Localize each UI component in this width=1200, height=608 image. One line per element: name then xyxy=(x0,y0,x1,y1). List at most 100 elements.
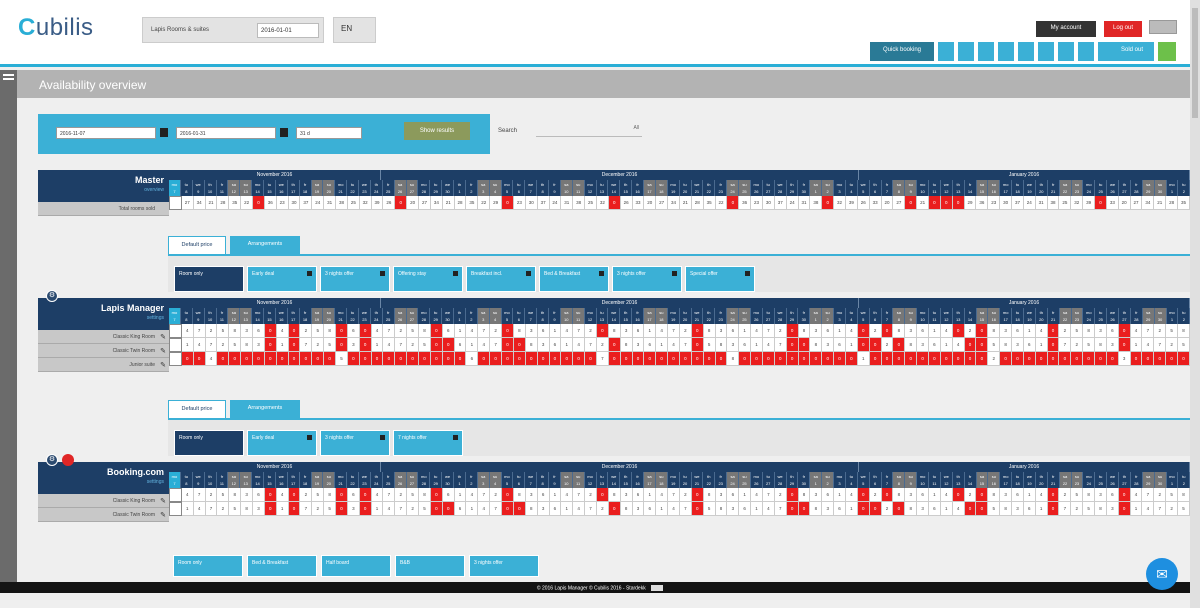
availability-cell[interactable]: 28 xyxy=(1166,196,1179,210)
availability-cell[interactable]: 1 xyxy=(276,502,289,516)
availability-cell[interactable]: 1 xyxy=(1023,488,1036,502)
availability-cell[interactable]: 20 xyxy=(1118,196,1131,210)
availability-cell[interactable]: 0 xyxy=(679,352,692,366)
availability-cell[interactable]: 2 xyxy=(1166,502,1179,516)
availability-cell[interactable]: 20 xyxy=(407,196,420,210)
availability-cell[interactable]: 28 xyxy=(454,196,467,210)
availability-cell[interactable]: 1 xyxy=(561,338,574,352)
availability-cell[interactable]: 4 xyxy=(762,502,775,516)
availability-cell[interactable]: 2 xyxy=(881,338,894,352)
end-date-input[interactable]: 2016-01-31 xyxy=(176,127,276,139)
availability-cell[interactable]: 8 xyxy=(893,488,906,502)
availability-cell[interactable]: 0 xyxy=(869,338,882,352)
rate-plan-button[interactable]: 7 nights offer xyxy=(393,430,463,456)
availability-cell[interactable]: 1 xyxy=(929,488,941,502)
availability-cell[interactable]: 4 xyxy=(751,488,763,502)
availability-cell[interactable]: 7 xyxy=(573,488,586,502)
availability-cell[interactable]: 0 xyxy=(359,488,372,502)
availability-cell[interactable]: 1 xyxy=(549,488,562,502)
availability-cell[interactable]: 6 xyxy=(253,324,265,338)
availability-cell[interactable]: 3 xyxy=(1012,502,1024,516)
availability-cell[interactable]: 0 xyxy=(359,352,372,366)
availability-cell[interactable]: 0 xyxy=(537,352,550,366)
availability-cell[interactable]: 0 xyxy=(1083,352,1096,366)
availability-cell[interactable]: 4 xyxy=(466,324,479,338)
availability-cell[interactable]: 0 xyxy=(1012,352,1024,366)
availability-cell[interactable]: 2 xyxy=(1059,324,1072,338)
availability-cell[interactable]: 37 xyxy=(1012,196,1024,210)
availability-cell[interactable]: 0 xyxy=(596,488,609,502)
availability-cell[interactable]: 0 xyxy=(703,352,716,366)
availability-cell[interactable]: 3 xyxy=(905,324,918,338)
availability-cell[interactable]: 6 xyxy=(1106,488,1119,502)
availability-cell[interactable]: 8 xyxy=(419,488,431,502)
availability-cell[interactable]: 3 xyxy=(632,502,645,516)
availability-cell[interactable]: 0 xyxy=(264,502,277,516)
availability-cell[interactable]: 0 xyxy=(786,324,799,338)
rate-plan-button[interactable]: Breakfast incl. xyxy=(466,266,536,292)
availability-cell[interactable]: 4 xyxy=(952,338,965,352)
availability-cell[interactable]: 3 xyxy=(905,488,918,502)
availability-cell[interactable]: 36 xyxy=(739,196,752,210)
availability-cell[interactable]: 0 xyxy=(419,352,431,366)
availability-cell[interactable]: 0 xyxy=(1154,352,1167,366)
availability-cell[interactable]: 6 xyxy=(834,338,846,352)
toolbar-button[interactable] xyxy=(978,42,994,61)
availability-cell[interactable]: 4 xyxy=(573,338,586,352)
availability-cell[interactable]: 27 xyxy=(893,196,906,210)
availability-cell[interactable]: 1 xyxy=(1035,338,1048,352)
availability-cell[interactable]: 7 xyxy=(1154,502,1167,516)
availability-cell[interactable]: 8 xyxy=(810,502,823,516)
availability-cell[interactable]: 5 xyxy=(988,338,1001,352)
availability-cell[interactable]: 5 xyxy=(419,338,431,352)
availability-cell[interactable]: 7 xyxy=(300,502,313,516)
availability-cell[interactable]: 7 xyxy=(383,324,396,338)
availability-cell[interactable]: 38 xyxy=(1047,196,1060,210)
availability-cell[interactable]: 4 xyxy=(371,488,384,502)
availability-cell[interactable]: 0 xyxy=(454,352,467,366)
checkbox-icon[interactable] xyxy=(380,435,385,440)
availability-cell[interactable]: 37 xyxy=(537,196,550,210)
availability-cell[interactable]: 25 xyxy=(347,196,360,210)
availability-cell[interactable]: 38 xyxy=(573,196,586,210)
availability-cell[interactable]: 0 xyxy=(241,352,254,366)
availability-cell[interactable]: 7 xyxy=(1059,502,1072,516)
availability-cell[interactable]: 7 xyxy=(1142,488,1155,502)
availability-cell[interactable]: 0 xyxy=(561,352,574,366)
availability-cell[interactable]: 0 xyxy=(881,352,894,366)
availability-cell[interactable]: 24 xyxy=(549,196,562,210)
chat-icon[interactable]: ✉ xyxy=(1146,558,1178,590)
availability-cell[interactable]: 2 xyxy=(585,324,597,338)
availability-cell[interactable]: 4 xyxy=(181,324,194,338)
availability-cell[interactable]: 0 xyxy=(549,352,562,366)
availability-cell[interactable]: 0 xyxy=(1000,352,1013,366)
availability-cell[interactable]: 21 xyxy=(1154,196,1167,210)
availability-cell[interactable]: 7 xyxy=(478,324,491,338)
availability-cell[interactable]: 5 xyxy=(988,502,1001,516)
availability-cell[interactable]: 0 xyxy=(1142,352,1155,366)
availability-cell[interactable]: 37 xyxy=(774,196,787,210)
availability-cell[interactable]: 4 xyxy=(762,338,775,352)
availability-cell[interactable]: 0 xyxy=(1071,352,1084,366)
availability-cell[interactable]: 0 xyxy=(1047,324,1060,338)
availability-cell[interactable]: 4 xyxy=(952,502,965,516)
rate-plan-button[interactable]: 3 nights offer xyxy=(469,555,539,577)
toolbar-button[interactable] xyxy=(938,42,954,61)
availability-cell[interactable]: 3 xyxy=(1106,338,1119,352)
quick-booking-button[interactable]: Quick booking xyxy=(870,42,934,61)
toolbar-button[interactable] xyxy=(1078,42,1094,61)
availability-cell[interactable]: 36 xyxy=(976,196,989,210)
availability-cell[interactable]: 24 xyxy=(1023,196,1036,210)
availability-cell[interactable]: 3 xyxy=(347,338,360,352)
availability-cell[interactable]: 2 xyxy=(407,502,420,516)
availability-cell[interactable]: 1 xyxy=(845,338,858,352)
availability-cell[interactable]: 8 xyxy=(324,324,337,338)
availability-cell[interactable]: 0 xyxy=(1047,502,1060,516)
availability-cell[interactable]: 3 xyxy=(347,502,360,516)
calendar-icon[interactable] xyxy=(280,128,288,137)
availability-cell[interactable]: 6 xyxy=(917,324,929,338)
edit-icon[interactable]: ✎ xyxy=(160,333,166,341)
availability-cell[interactable]: 0 xyxy=(751,352,763,366)
menu-icon[interactable] xyxy=(3,74,14,80)
availability-cell[interactable]: 6 xyxy=(822,324,835,338)
